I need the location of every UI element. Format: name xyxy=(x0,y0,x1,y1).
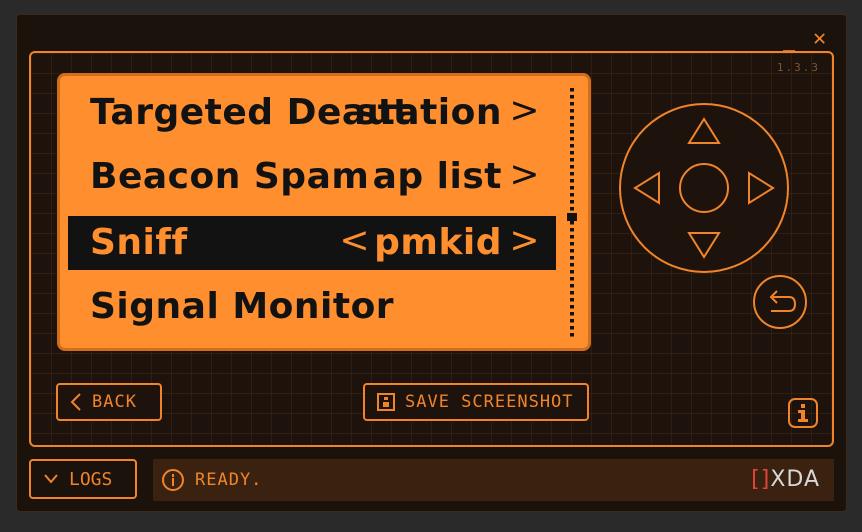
logs-button[interactable]: LOGS xyxy=(29,459,137,499)
chevron-left-icon xyxy=(70,393,81,411)
right-arrow-icon[interactable] xyxy=(748,171,775,205)
app-window: _ ✕ 1.3.3 Targeted Deaut station > Beaco… xyxy=(16,14,847,512)
chevron-down-icon xyxy=(44,474,58,484)
brand-bracket: [] xyxy=(751,467,771,492)
screenshot-icon xyxy=(377,393,395,411)
back-button-label: BACK xyxy=(92,392,137,412)
return-icon xyxy=(769,290,797,312)
status-text: READY. xyxy=(195,470,263,490)
left-arrow-icon[interactable] xyxy=(633,171,660,205)
menu-item-label: Beacon Spam xyxy=(90,156,370,197)
menu-item-value: ap list xyxy=(372,156,502,197)
chevron-left-icon[interactable]: < xyxy=(339,220,370,261)
menu-item-beacon-spam[interactable]: Beacon Spam ap list > xyxy=(68,150,556,204)
close-icon[interactable]: ✕ xyxy=(813,28,826,50)
menu-item-signal-monitor[interactable]: Signal Monitor xyxy=(68,280,556,334)
chevron-right-icon[interactable]: > xyxy=(509,220,540,261)
return-button[interactable] xyxy=(753,275,807,329)
menu-item-label: Signal Monitor xyxy=(90,286,395,327)
version-label: 1.3.3 xyxy=(776,61,820,74)
menu-screen: Targeted Deaut station > Beacon Spam ap … xyxy=(57,73,591,351)
device-panel: 1.3.3 Targeted Deaut station > Beacon Sp… xyxy=(29,51,834,447)
dpad xyxy=(619,103,789,273)
menu-item-value: station xyxy=(355,92,502,133)
brand-name: XDA xyxy=(770,467,820,492)
minimize-icon[interactable]: _ xyxy=(783,29,795,49)
menu-item-value: pmkid xyxy=(374,222,502,263)
down-arrow-icon[interactable] xyxy=(687,232,721,259)
back-button[interactable]: BACK xyxy=(56,383,162,421)
save-screenshot-button[interactable]: SAVE SCREENSHOT xyxy=(363,383,589,421)
info-button[interactable] xyxy=(787,397,819,433)
logs-button-label: LOGS xyxy=(69,468,113,490)
chevron-right-icon[interactable]: > xyxy=(509,90,540,131)
info-icon xyxy=(162,469,184,491)
info-icon xyxy=(788,398,818,428)
menu-item-label: Sniff xyxy=(90,222,188,263)
chevron-right-icon[interactable]: > xyxy=(509,154,540,195)
menu-item-targeted-deauth[interactable]: Targeted Deaut station > xyxy=(68,86,556,140)
up-arrow-icon[interactable] xyxy=(687,117,721,144)
status-bar: READY. []XDA xyxy=(153,459,834,501)
save-screenshot-label: SAVE SCREENSHOT xyxy=(405,392,574,412)
brand-logo: []XDA xyxy=(751,467,820,492)
menu-item-sniff[interactable]: Sniff < pmkid > xyxy=(68,216,556,270)
select-button[interactable] xyxy=(679,163,729,213)
scrollbar-thumb[interactable] xyxy=(567,213,577,221)
